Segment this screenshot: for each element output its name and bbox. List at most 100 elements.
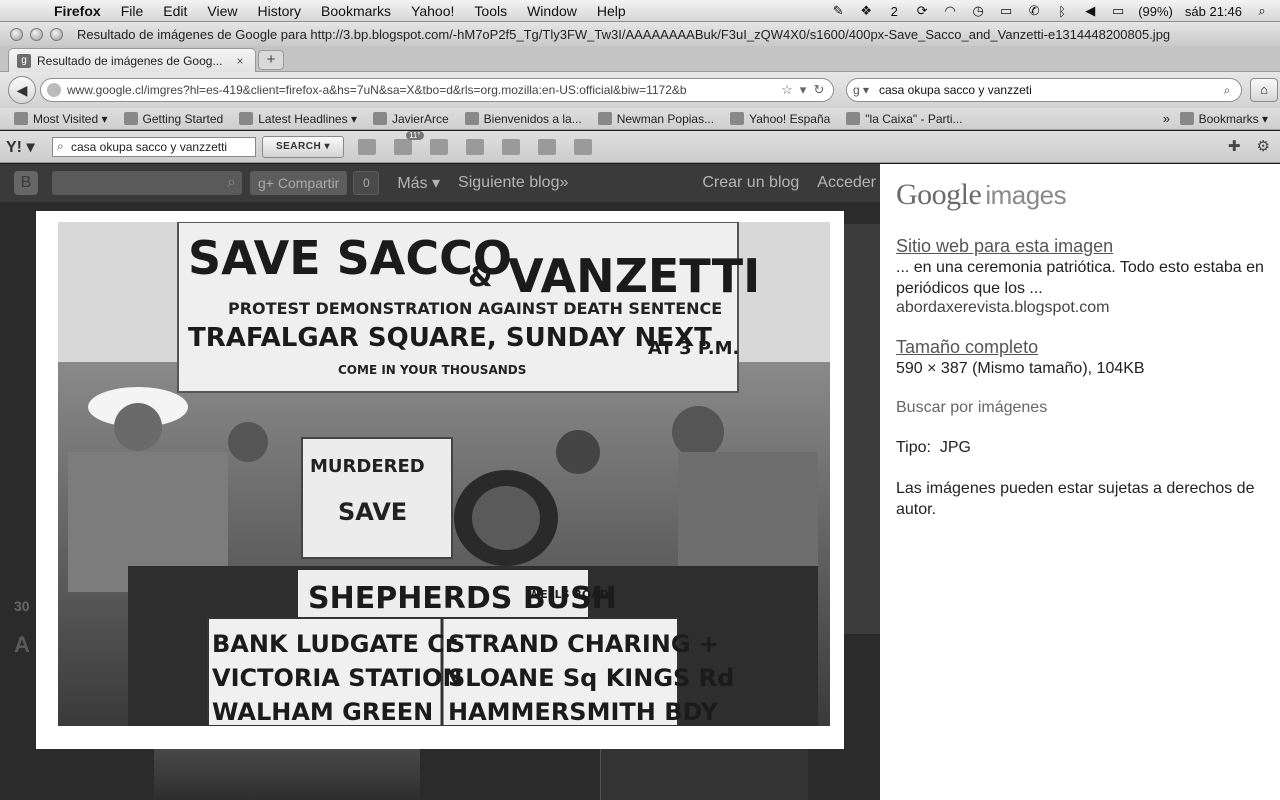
battery-icon[interactable]: ▭ [1110,3,1126,19]
yahoo-icon [730,112,745,125]
site-identity-icon[interactable] [47,83,61,97]
home-button[interactable]: ⌂ [1250,78,1278,102]
menu-yahoo[interactable]: Yahoo! [411,3,454,19]
bookmark-newman[interactable]: Newman Popias... [597,111,715,126]
search-icon: ⌕ [227,174,236,191]
url-bar[interactable]: www.google.cl/imgres?hl=es-419&client=fi… [40,78,834,102]
wifi-icon[interactable]: ◠ [942,3,958,19]
bluetooth-icon[interactable]: ᛒ [1054,4,1070,19]
close-tab-icon[interactable]: × [233,54,247,68]
banner-footer: COME IN YOUR THOUSANDS [338,363,526,377]
search-by-image-link[interactable]: Buscar por imágenes [896,399,1264,417]
menu-tools[interactable]: Tools [474,3,507,19]
phone-icon[interactable]: ✆ [1026,3,1042,19]
gplus-share-button[interactable]: g+ Compartir [250,171,348,195]
news-icon[interactable] [430,138,448,155]
yahoo-search-input[interactable]: ⌕ casa okupa sacco y vanzzetti [52,136,256,157]
search-bar[interactable]: g ▾ casa okupa sacco y vanzzeti ⌕ [846,78,1242,102]
login-link[interactable]: Acceder [817,174,876,192]
next-blog-link[interactable]: Siguiente blog» [458,174,568,192]
tools-icon[interactable] [538,138,556,155]
yahoo-search-value[interactable]: casa okupa sacco y vanzzetti [71,140,227,154]
facebook-icon[interactable] [466,138,484,155]
bookmark-la-caixa[interactable]: "la Caixa" - Parti... [846,112,963,126]
full-size-link[interactable]: Tamaño completo [896,337,1264,358]
reload-icon[interactable]: ↻ [811,82,827,98]
new-tab-button[interactable]: + [258,50,284,70]
bookmark-label: Latest Headlines [258,111,348,126]
search-text[interactable]: casa okupa sacco y vanzzeti [879,83,1219,97]
yahoo-search-button[interactable]: SEARCH ▾ [262,135,344,158]
blogger-navbar: B ⌕ g+ Compartir 0 Más ▾ Siguiente blog»… [0,164,880,202]
dropbox-icon[interactable]: ❖ [858,3,874,19]
volume-icon[interactable]: ◀ [1082,3,1098,19]
search-engine-icon[interactable]: g ▾ [853,83,879,97]
zoom-window-button[interactable] [50,27,63,41]
bookmark-bienvenidos[interactable]: Bienvenidos a la... [464,111,582,126]
display-icon[interactable]: ▭ [998,3,1014,19]
battery-percent: (99%) [1138,3,1173,19]
youtube-icon[interactable] [502,138,520,155]
more-link[interactable]: Más ▾ [397,173,440,193]
menu-window[interactable]: Window [527,3,577,19]
weather-icon[interactable] [394,130,424,155]
url-text[interactable]: www.google.cl/imgres?hl=es-419&client=fi… [67,83,779,97]
back-button[interactable]: ◀ [8,76,36,104]
yahoo-toolbar-icons [358,130,592,155]
blogger-icon[interactable]: B [14,171,38,195]
bus-route-small: WELLS ROAD [528,588,609,601]
menu-file[interactable]: File [121,3,144,19]
bus-sign-row3-right: HAMMERSMITH BDY [448,698,719,726]
bookmark-javierarce[interactable]: JavierArce [372,112,449,126]
translate-icon[interactable] [574,138,592,155]
bookmark-most-visited[interactable]: Most Visited ▾ [14,112,108,126]
firefox-icon [123,112,138,125]
window-title: Resultado de imágenes de Google para htt… [77,26,1171,42]
adobe-icon[interactable]: 2 [886,4,902,19]
menu-history[interactable]: History [257,3,301,19]
add-icon[interactable]: ✚ [1228,137,1241,155]
mail-icon[interactable] [358,138,376,155]
menu-help[interactable]: Help [597,3,626,19]
bookmark-star-icon[interactable]: ☆ [779,82,795,98]
hat-icon [464,112,479,125]
close-window-button[interactable] [10,27,23,41]
evernote-icon[interactable]: ✎ [830,3,846,19]
site-link[interactable]: Sitio web para esta imagen [896,236,1264,257]
bookmark-label: Yahoo! España [749,111,831,126]
url-dropdown-icon[interactable]: ▾ [795,82,811,98]
bookmarks-overflow-button[interactable]: » [1163,111,1170,126]
sacco-vanzetti-photo[interactable]: SAVE SACCO & VANZETTI PROTEST DEMONSTRAT… [58,222,830,726]
bookmark-latest-headlines[interactable]: Latest Headlines ▾ [239,112,357,126]
image-lightbox: × SAVE SACCO & VANZETTI PROTEST DEMONSTR… [36,211,844,749]
blog-search-input[interactable]: ⌕ [52,171,242,195]
yahoo-logo[interactable]: Y! ▾ [6,137,52,157]
bookmark-yahoo-espana[interactable]: Yahoo! España [730,112,830,126]
spotlight-icon[interactable]: ⌕ [1254,3,1270,19]
menu-bookmarks[interactable]: Bookmarks [321,3,391,19]
bus-sign-row3-left: WALHAM GREEN [212,698,433,726]
bookmark-label: Bienvenidos a la... [483,111,582,126]
bus-sign-row2-left: VICTORIA STATION [212,664,463,692]
yahoo-search-button-label: SEARCH [275,141,322,152]
images-wordmark: images [985,180,1067,210]
menu-app-firefox[interactable]: Firefox [54,3,101,19]
gear-icon[interactable]: ⚙ [1257,137,1270,155]
minimize-window-button[interactable] [30,27,43,41]
search-icon[interactable]: ⌕ [1219,83,1235,98]
tab-google-images[interactable]: g Resultado de imágenes de Goog... × [8,48,256,72]
image-dimensions: 590 × 387 (Mismo tamaño), 104KB [896,360,1145,377]
bookmark-getting-started[interactable]: Getting Started [123,112,223,126]
bookmarks-menu-button[interactable]: Bookmarks ▾ [1179,112,1268,126]
bookmark-label: Newman Popias... [616,111,715,126]
menu-view[interactable]: View [207,3,237,19]
search-by-image-section: Buscar por imágenes [896,399,1264,417]
time-machine-icon[interactable]: ◷ [970,3,986,19]
full-size-section: Tamaño completo 590 × 387 (Mismo tamaño)… [896,337,1264,379]
create-blog-link[interactable]: Crear un blog [702,174,799,192]
type-label: Tipo: [896,439,931,456]
menu-edit[interactable]: Edit [163,3,187,19]
clock[interactable]: sáb 21:46 [1185,4,1242,19]
sync-icon[interactable]: ⟳ [914,3,930,19]
google-images-logo[interactable]: Google images [896,178,1264,212]
